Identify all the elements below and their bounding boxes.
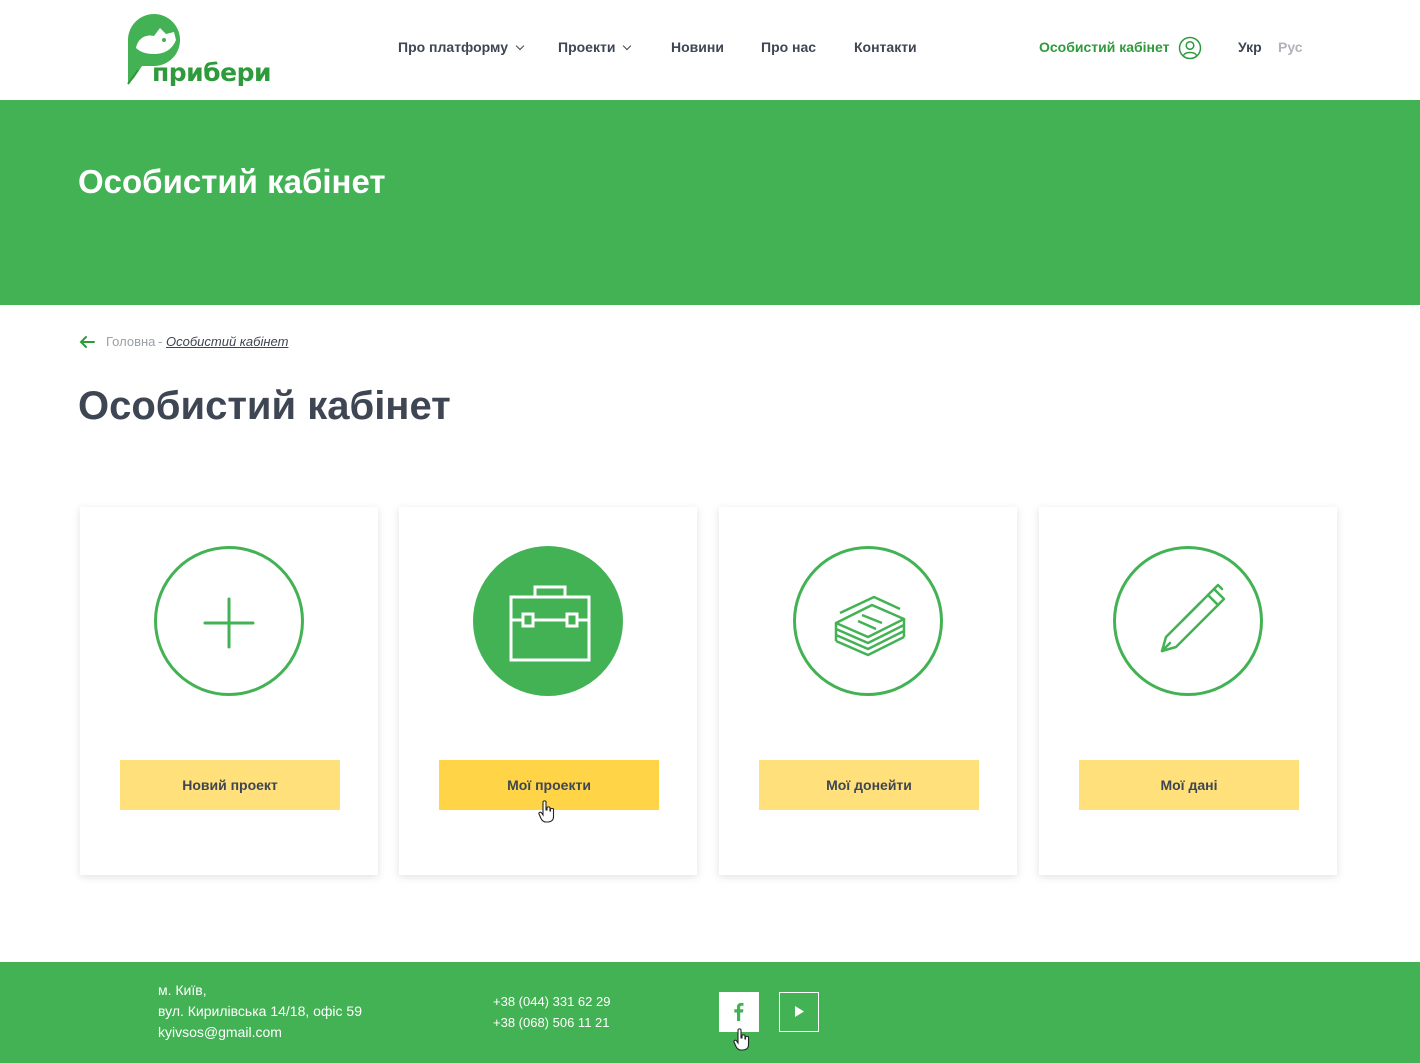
footer-city: м. Київ, [158, 982, 207, 998]
footer-phones: +38 (044) 331 62 29 +38 (068) 506 11 21 [493, 991, 610, 1033]
youtube-button[interactable] [779, 992, 819, 1032]
chevron-down-icon [623, 41, 632, 51]
breadcrumb-home-link[interactable]: Головна [106, 334, 155, 349]
card-my-projects: Мої проекти [399, 507, 697, 875]
nav-item-contacts[interactable]: Контакти [854, 39, 917, 55]
my-donations-button[interactable]: Мої донейти [759, 760, 979, 810]
card-my-donations: Мої донейти [719, 507, 1017, 875]
footer-address: м. Київ, вул. Кирилівська 14/18, офіс 59… [158, 980, 362, 1043]
nav-label: Про нас [761, 39, 817, 55]
pen-icon [1160, 583, 1226, 653]
card-icon-circle[interactable] [793, 546, 943, 696]
footer-phone-2[interactable]: +38 (068) 506 11 21 [493, 1012, 610, 1033]
footer-email[interactable]: kyivsos@gmail.com [158, 1022, 362, 1043]
briefcase-icon [509, 585, 591, 662]
lang-rus[interactable]: Рус [1278, 39, 1303, 55]
nav-label: Проекти [558, 39, 616, 55]
logo-text: прибери [152, 58, 272, 87]
nav-item-projects[interactable]: Проекти [558, 39, 632, 55]
breadcrumb-separator: - [158, 334, 163, 349]
arrow-left-icon[interactable] [78, 333, 96, 351]
nav-item-about-us[interactable]: Про нас [761, 39, 816, 55]
my-data-button[interactable]: Мої дані [1079, 760, 1299, 810]
account-link[interactable]: Особистий кабінет [1039, 39, 1169, 55]
card-new-project: Новий проект [80, 507, 378, 875]
youtube-icon [795, 1006, 804, 1017]
nav-label: Про платформу [398, 39, 508, 55]
footer-street: вул. Кирилівська 14/18, офіс 59 [158, 1003, 363, 1019]
card-icon-circle[interactable] [473, 546, 623, 696]
lang-ukr[interactable]: Укр [1238, 39, 1262, 55]
page-title: Особистий кабінет [78, 384, 451, 428]
site-header: прибери Про платформу Проекти Новини Про… [0, 0, 1420, 100]
nav-item-news[interactable]: Новини [671, 39, 724, 55]
hero-banner: Особистий кабінет [0, 100, 1420, 305]
card-my-data: Мої дані [1039, 507, 1337, 875]
card-icon-circle[interactable] [1113, 546, 1263, 696]
breadcrumb-current[interactable]: Особистий кабінет [166, 334, 288, 349]
footer-phone-1[interactable]: +38 (044) 331 62 29 [493, 991, 610, 1012]
facebook-icon [734, 1002, 744, 1021]
plus-icon [203, 597, 255, 649]
nav-label: Контакти [854, 39, 917, 55]
new-project-button[interactable]: Новий проект [120, 760, 340, 810]
nav-label: Новини [671, 39, 724, 55]
nav-item-about-platform[interactable]: Про платформу [398, 39, 525, 55]
money-stack-icon [834, 595, 906, 657]
card-icon-circle[interactable] [154, 546, 304, 696]
user-icon[interactable] [1178, 36, 1202, 60]
chevron-down-icon [515, 41, 525, 51]
facebook-button[interactable] [719, 992, 759, 1032]
hero-title: Особистий кабінет [78, 163, 386, 200]
my-projects-button[interactable]: Мої проекти [439, 760, 659, 810]
site-footer: м. Київ, вул. Кирилівська 14/18, офіс 59… [0, 962, 1420, 1063]
